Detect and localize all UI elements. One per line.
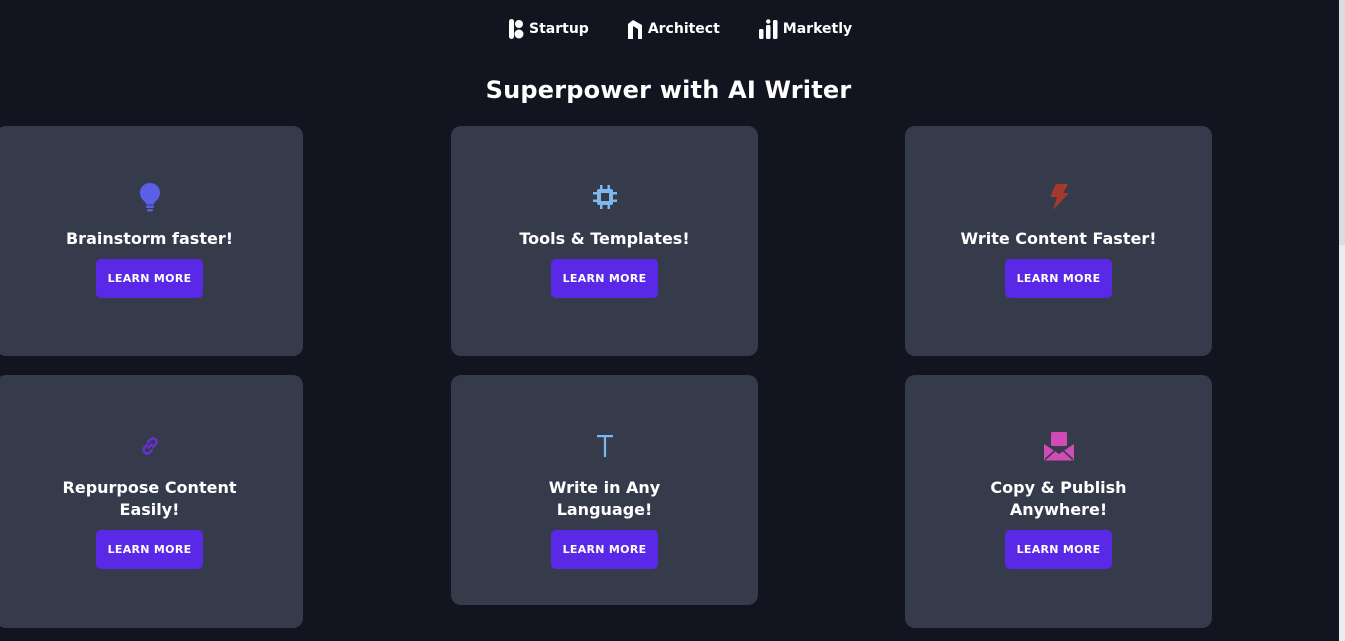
chip-icon xyxy=(592,180,618,214)
feature-card-tools-templates: Tools & Templates! LEARN MORE xyxy=(451,126,758,356)
card-title: Brainstorm faster! xyxy=(65,229,234,248)
learn-more-button[interactable]: LEARN MORE xyxy=(1005,530,1112,569)
logo-architect: Architect xyxy=(627,19,720,39)
logo-architect-label: Architect xyxy=(647,21,720,37)
card-title: Repurpose Content Easily! xyxy=(62,478,237,519)
card-title: Write in Any Language! xyxy=(548,478,661,519)
architect-logo-icon xyxy=(627,19,648,39)
scrollbar-thumb[interactable] xyxy=(1339,0,1345,245)
feature-card-repurpose: Repurpose Content Easily! LEARN MORE xyxy=(0,375,303,628)
feature-card-brainstorm: Brainstorm faster! LEARN MORE xyxy=(0,126,303,356)
learn-more-button[interactable]: LEARN MORE xyxy=(551,259,658,298)
card-title: Copy & Publish Anywhere! xyxy=(990,478,1127,519)
learn-more-button[interactable]: LEARN MORE xyxy=(96,530,203,569)
page-scrollbar[interactable] xyxy=(1339,0,1345,641)
feature-card-write-faster: Write Content Faster! LEARN MORE xyxy=(905,126,1212,356)
lightning-icon xyxy=(1047,180,1071,214)
feature-card-copy-publish: Copy & Publish Anywhere! LEARN MORE xyxy=(905,375,1212,628)
card-title: Tools & Templates! xyxy=(519,229,690,248)
logo-marketly: Marketly xyxy=(758,19,852,39)
card-title: Write Content Faster! xyxy=(960,229,1157,248)
marketly-logo-icon xyxy=(758,19,783,39)
logo-startup: Startup xyxy=(508,18,589,40)
feature-card-any-language: Write in Any Language! LEARN MORE xyxy=(451,375,758,605)
envelope-icon xyxy=(1043,429,1075,463)
logo-marketly-label: Marketly xyxy=(782,21,853,37)
learn-more-button[interactable]: LEARN MORE xyxy=(96,259,203,298)
lightbulb-icon xyxy=(139,180,161,214)
partner-logos: Startup Architect Marketly xyxy=(508,16,852,42)
learn-more-button[interactable]: LEARN MORE xyxy=(551,530,658,569)
section-title: Superpower with AI Writer xyxy=(485,76,852,104)
logo-startup-label: Startup xyxy=(529,21,589,37)
startup-logo-icon xyxy=(508,18,529,40)
text-icon xyxy=(595,429,615,463)
learn-more-button[interactable]: LEARN MORE xyxy=(1005,259,1112,298)
link-icon xyxy=(139,429,161,463)
